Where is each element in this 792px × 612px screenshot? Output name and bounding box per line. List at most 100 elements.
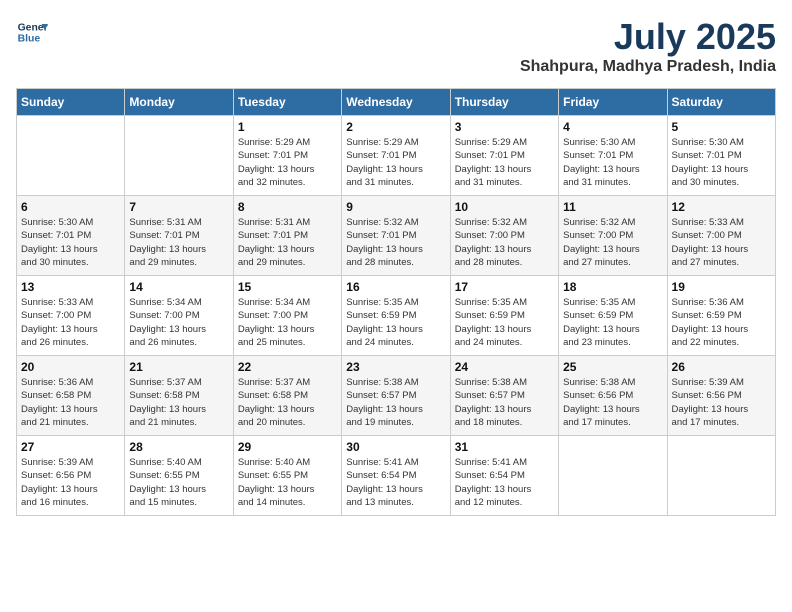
weekday-header-cell: Monday [125,89,233,116]
logo-icon: General Blue [16,16,48,48]
calendar-cell: 27 Sunrise: 5:39 AM Sunset: 6:56 PM Dayli… [17,436,125,516]
day-info: Sunrise: 5:30 AM Sunset: 7:01 PM Dayligh… [21,216,120,269]
day-info: Sunrise: 5:38 AM Sunset: 6:56 PM Dayligh… [563,376,662,429]
calendar-week-row: 13 Sunrise: 5:33 AM Sunset: 7:00 PM Dayli… [17,276,776,356]
day-number: 29 [238,440,337,454]
day-number: 23 [346,360,445,374]
day-number: 22 [238,360,337,374]
day-number: 25 [563,360,662,374]
weekday-header-cell: Thursday [450,89,558,116]
day-info: Sunrise: 5:38 AM Sunset: 6:57 PM Dayligh… [346,376,445,429]
day-number: 24 [455,360,554,374]
day-info: Sunrise: 5:34 AM Sunset: 7:00 PM Dayligh… [238,296,337,349]
weekday-header-cell: Wednesday [342,89,450,116]
calendar-cell: 16Sunrise: 5:35 AM Sunset: 6:59 PM Dayli… [342,276,450,356]
day-number: 30 [346,440,445,454]
day-info: Sunrise: 5:37 AM Sunset: 6:58 PM Dayligh… [238,376,337,429]
weekday-header-cell: Saturday [667,89,775,116]
day-info: Sunrise: 5:29 AM Sunset: 7:01 PM Dayligh… [346,136,445,189]
day-info: Sunrise: 5:31 AM Sunset: 7:01 PM Dayligh… [238,216,337,269]
title-area: July 2025 Shahpura, Madhya Pradesh, Indi… [520,16,776,76]
day-number: 4 [563,120,662,134]
calendar-cell: 14 Sunrise: 5:34 AM Sunset: 7:00 PM Dayli… [125,276,233,356]
calendar-cell: 30 Sunrise: 5:41 AM Sunset: 6:54 PM Dayli… [342,436,450,516]
day-info: Sunrise: 5:41 AM Sunset: 6:54 PM Dayligh… [455,456,554,509]
calendar-table: SundayMondayTuesdayWednesdayThursdayFrid… [16,88,776,516]
day-info: Sunrise: 5:39 AM Sunset: 6:56 PM Dayligh… [21,456,120,509]
calendar-cell [125,116,233,196]
calendar-cell: 11Sunrise: 5:32 AM Sunset: 7:00 PM Dayli… [559,196,667,276]
day-number: 10 [455,200,554,214]
day-number: 12 [672,200,771,214]
day-info: Sunrise: 5:40 AM Sunset: 6:55 PM Dayligh… [238,456,337,509]
day-info: Sunrise: 5:29 AM Sunset: 7:01 PM Dayligh… [238,136,337,189]
calendar-week-row: 6 Sunrise: 5:30 AM Sunset: 7:01 PM Daylig… [17,196,776,276]
calendar-cell: 25 Sunrise: 5:38 AM Sunset: 6:56 PM Dayli… [559,356,667,436]
calendar-cell: 15 Sunrise: 5:34 AM Sunset: 7:00 PM Dayli… [233,276,341,356]
day-number: 7 [129,200,228,214]
logo: General Blue [16,16,48,48]
day-number: 21 [129,360,228,374]
weekday-header-cell: Tuesday [233,89,341,116]
day-number: 11 [563,200,662,214]
svg-text:Blue: Blue [18,34,41,45]
day-number: 19 [672,280,771,294]
calendar-cell: 22 Sunrise: 5:37 AM Sunset: 6:58 PM Dayli… [233,356,341,436]
calendar-cell: 29 Sunrise: 5:40 AM Sunset: 6:55 PM Dayli… [233,436,341,516]
calendar-cell: 7 Sunrise: 5:31 AM Sunset: 7:01 PM Daylig… [125,196,233,276]
calendar-cell: 4Sunrise: 5:30 AM Sunset: 7:01 PM Daylig… [559,116,667,196]
location-title: Shahpura, Madhya Pradesh, India [520,58,776,76]
day-info: Sunrise: 5:32 AM Sunset: 7:00 PM Dayligh… [455,216,554,269]
calendar-cell: 26Sunrise: 5:39 AM Sunset: 6:56 PM Dayli… [667,356,775,436]
page-header: General Blue July 2025 Shahpura, Madhya … [16,16,776,76]
calendar-week-row: 20Sunrise: 5:36 AM Sunset: 6:58 PM Dayli… [17,356,776,436]
day-number: 1 [238,120,337,134]
calendar-cell: 19Sunrise: 5:36 AM Sunset: 6:59 PM Dayli… [667,276,775,356]
day-info: Sunrise: 5:33 AM Sunset: 7:00 PM Dayligh… [672,216,771,269]
calendar-cell: 18Sunrise: 5:35 AM Sunset: 6:59 PM Dayli… [559,276,667,356]
calendar-cell: 12 Sunrise: 5:33 AM Sunset: 7:00 PM Dayli… [667,196,775,276]
day-number: 27 [21,440,120,454]
day-info: Sunrise: 5:31 AM Sunset: 7:01 PM Dayligh… [129,216,228,269]
calendar-cell: 10 Sunrise: 5:32 AM Sunset: 7:00 PM Dayli… [450,196,558,276]
calendar-cell [17,116,125,196]
day-number: 13 [21,280,120,294]
day-number: 3 [455,120,554,134]
day-number: 28 [129,440,228,454]
calendar-cell: 31 Sunrise: 5:41 AM Sunset: 6:54 PM Dayli… [450,436,558,516]
day-number: 6 [21,200,120,214]
calendar-cell [667,436,775,516]
calendar-cell: 5 Sunrise: 5:30 AM Sunset: 7:01 PM Daylig… [667,116,775,196]
calendar-cell: 9Sunrise: 5:32 AM Sunset: 7:01 PM Daylig… [342,196,450,276]
day-number: 8 [238,200,337,214]
calendar-cell: 24Sunrise: 5:38 AM Sunset: 6:57 PM Dayli… [450,356,558,436]
month-title: July 2025 [520,16,776,58]
day-number: 14 [129,280,228,294]
day-number: 5 [672,120,771,134]
calendar-cell: 13 Sunrise: 5:33 AM Sunset: 7:00 PM Dayli… [17,276,125,356]
calendar-cell: 3Sunrise: 5:29 AM Sunset: 7:01 PM Daylig… [450,116,558,196]
day-info: Sunrise: 5:34 AM Sunset: 7:00 PM Dayligh… [129,296,228,349]
day-info: Sunrise: 5:35 AM Sunset: 6:59 PM Dayligh… [455,296,554,349]
day-number: 2 [346,120,445,134]
weekday-header-row: SundayMondayTuesdayWednesdayThursdayFrid… [17,89,776,116]
calendar-cell: 23 Sunrise: 5:38 AM Sunset: 6:57 PM Dayli… [342,356,450,436]
calendar-cell: 6 Sunrise: 5:30 AM Sunset: 7:01 PM Daylig… [17,196,125,276]
calendar-cell: 21Sunrise: 5:37 AM Sunset: 6:58 PM Dayli… [125,356,233,436]
day-number: 15 [238,280,337,294]
weekday-header-cell: Friday [559,89,667,116]
day-info: Sunrise: 5:41 AM Sunset: 6:54 PM Dayligh… [346,456,445,509]
day-info: Sunrise: 5:33 AM Sunset: 7:00 PM Dayligh… [21,296,120,349]
day-number: 9 [346,200,445,214]
day-info: Sunrise: 5:30 AM Sunset: 7:01 PM Dayligh… [672,136,771,189]
calendar-cell: 8 Sunrise: 5:31 AM Sunset: 7:01 PM Daylig… [233,196,341,276]
day-number: 17 [455,280,554,294]
day-info: Sunrise: 5:35 AM Sunset: 6:59 PM Dayligh… [346,296,445,349]
calendar-cell [559,436,667,516]
day-info: Sunrise: 5:39 AM Sunset: 6:56 PM Dayligh… [672,376,771,429]
day-number: 31 [455,440,554,454]
calendar-week-row: 27 Sunrise: 5:39 AM Sunset: 6:56 PM Dayli… [17,436,776,516]
calendar-cell: 1 Sunrise: 5:29 AM Sunset: 7:01 PM Daylig… [233,116,341,196]
calendar-cell: 20Sunrise: 5:36 AM Sunset: 6:58 PM Dayli… [17,356,125,436]
day-info: Sunrise: 5:35 AM Sunset: 6:59 PM Dayligh… [563,296,662,349]
